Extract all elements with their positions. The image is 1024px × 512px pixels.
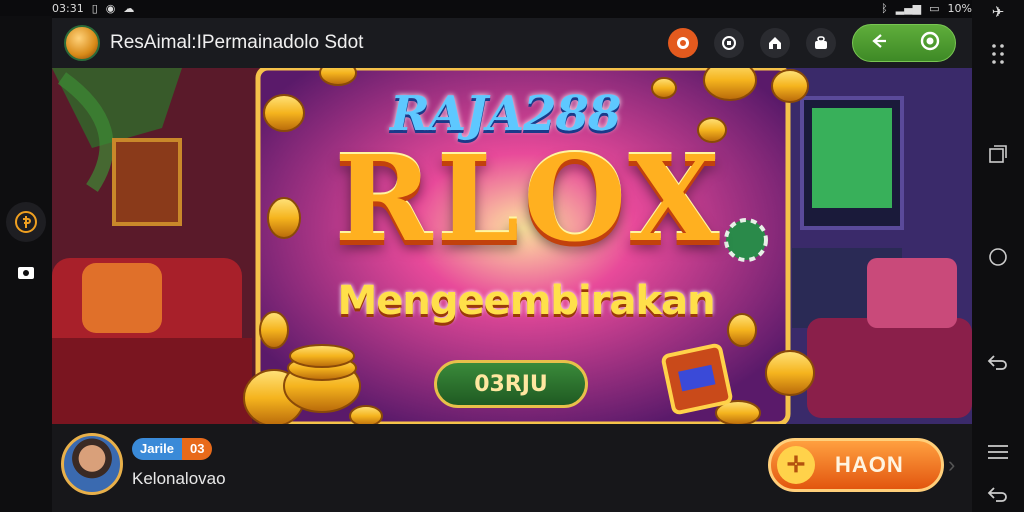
page-title: ResAimal:IPermainadolo Sdot	[110, 32, 364, 53]
battery-percent: 10%	[947, 1, 972, 15]
avatar[interactable]	[61, 433, 123, 495]
gift-icon[interactable]	[806, 28, 836, 58]
back-icon[interactable]	[986, 350, 1010, 374]
return-icon[interactable]	[986, 482, 1010, 506]
wifi-off-icon: ✈	[991, 4, 1005, 21]
home-icon[interactable]	[760, 28, 790, 58]
username: Kelonalovao	[132, 469, 226, 488]
player-badge: Jarile 03	[132, 438, 213, 460]
left-rail	[0, 16, 52, 512]
coins-icon[interactable]	[714, 28, 744, 58]
menu-dots-icon[interactable]	[986, 40, 1010, 68]
home-circle-icon[interactable]	[986, 245, 1010, 269]
promo-icon[interactable]	[668, 28, 698, 58]
haon-button[interactable]: ✛ HAON	[768, 438, 944, 492]
share-icon[interactable]	[869, 31, 889, 56]
status-bar: 03:31 ▯ ◉ ☁ ᛒ ▂▄▆ ▭ 10%	[52, 0, 972, 16]
badge-level: 03	[181, 438, 213, 460]
sim-icon: ▯	[91, 1, 98, 15]
camera-icon[interactable]	[14, 260, 38, 284]
battery-icon: ▭	[929, 1, 940, 15]
bluetooth-icon: ᛒ	[881, 1, 888, 15]
recent-apps-icon[interactable]	[986, 142, 1010, 166]
cloud-icon: ☁	[123, 1, 135, 15]
right-rail: ✈	[972, 0, 1024, 512]
banner-cta-label: 03RJU	[474, 371, 548, 397]
status-time: 03:31	[52, 1, 84, 15]
banner-cta-button[interactable]: 03RJU	[434, 360, 588, 408]
badge-name: Jarile	[132, 438, 182, 460]
power-icon[interactable]	[920, 31, 940, 56]
list-icon[interactable]	[986, 440, 1010, 464]
coin-icon[interactable]	[6, 202, 46, 242]
signal-icon: ▂▄▆	[895, 1, 922, 15]
chevron-right-icon[interactable]: ›	[948, 452, 955, 478]
promo-banner[interactable]: RAJA288 RLOX Mengeembirakan 03RJU	[52, 68, 972, 424]
circle-icon: ◉	[105, 1, 116, 15]
app-header: ResAimal:IPermainadolo Sdot	[52, 18, 972, 68]
share-power-pill	[852, 24, 956, 62]
banner-subheadline: Mengeembirakan	[337, 278, 715, 324]
haon-button-label: HAON	[835, 452, 904, 477]
banner-headline: RLOX	[334, 129, 724, 268]
app-logo	[64, 25, 100, 61]
plus-icon: ✛	[777, 446, 815, 484]
player-bar: Jarile 03 Kelonalovao ✛ HAON ›	[52, 424, 972, 512]
